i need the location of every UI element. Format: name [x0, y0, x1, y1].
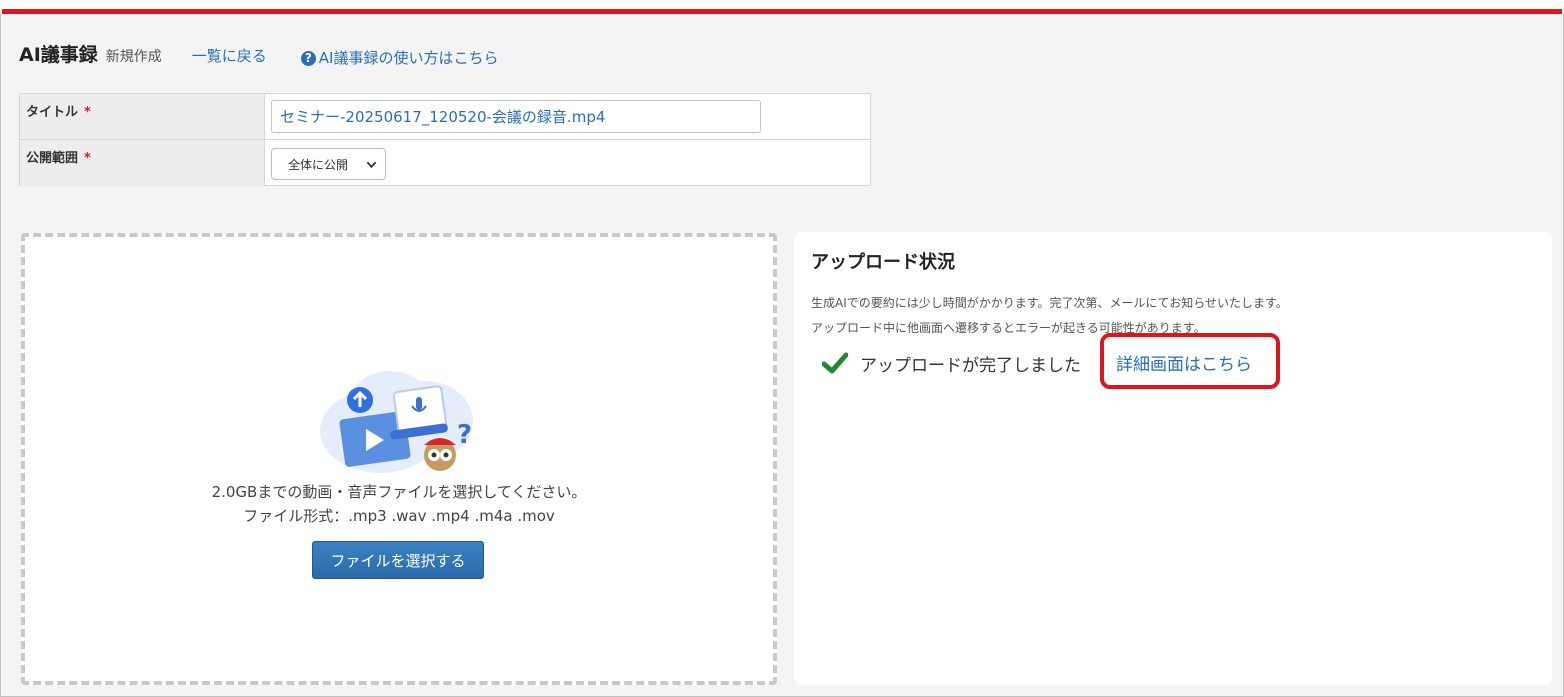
upload-complete-text: アップロードが完了しました [860, 355, 1081, 376]
file-format-note: ファイル形式：.mp3 .wav .mp4 .m4a .mov [243, 507, 555, 525]
status-title: アップロード状況 [811, 252, 955, 273]
file-drop-zone[interactable]: ? 2.0GBまでの動画・音声ファイルを選択してください。 ファイル形式：.mp… [21, 233, 777, 685]
scope-label: 公開範囲 * [20, 140, 265, 186]
help-link-label: AI議事録の使い方はこちら [318, 49, 499, 67]
required-mark: * [84, 151, 91, 166]
upload-instruction: 2.0GBまでの動画・音声ファイルを選択してください。 [211, 483, 587, 501]
status-note-summary: 生成AIでの要約には少し時間がかかります。完了次第、メールにてお知らせいたします… [811, 296, 1288, 310]
upload-illustration-icon: ? [320, 371, 473, 473]
required-mark: * [84, 105, 91, 120]
brand-stripe [2, 9, 1562, 14]
question-circle-icon: ? [300, 51, 316, 66]
top-bar [0, 0, 1564, 14]
title-label-text: タイトル [26, 105, 79, 120]
page-title: AI議事録 [19, 44, 98, 66]
help-link[interactable]: ? AI議事録の使い方はこちら [300, 47, 499, 68]
svg-text:?: ? [457, 420, 472, 450]
check-icon [822, 352, 848, 374]
page-subtitle: 新規作成 [105, 49, 162, 65]
scope-select-value: 全体に公開 [288, 157, 349, 172]
detail-page-link[interactable]: 詳細画面はこちら [1116, 350, 1252, 375]
chevron-down-icon [366, 161, 377, 169]
title-label: タイトル * [20, 94, 265, 139]
back-to-list-link[interactable]: 一覧に戻る [192, 45, 267, 66]
page-header: AI議事録 新規作成 一覧に戻る ? AI議事録の使い方はこちら [19, 40, 498, 68]
form-row-scope: 公開範囲 * 全体に公開 [20, 140, 870, 186]
scope-select[interactable]: 全体に公開 [271, 148, 386, 180]
title-input[interactable] [271, 100, 761, 133]
upload-complete-row: アップロードが完了しました [822, 350, 1081, 376]
upload-status-panel: アップロード状況 生成AIでの要約には少し時間がかかります。完了次第、メールにて… [794, 232, 1552, 685]
scope-label-text: 公開範囲 [26, 151, 79, 166]
select-file-button[interactable]: ファイルを選択する [312, 541, 484, 579]
minutes-form: タイトル * 公開範囲 * 全体に公開 [19, 93, 871, 186]
form-row-title: タイトル * [20, 94, 870, 140]
